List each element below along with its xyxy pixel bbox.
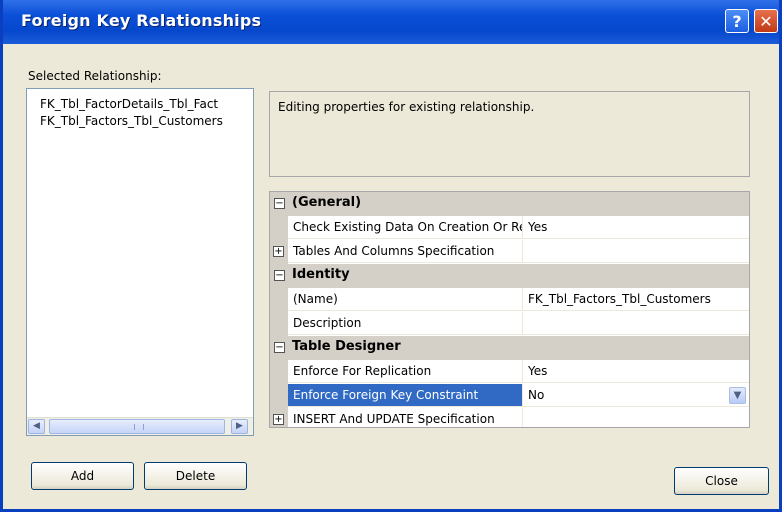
row-gutter <box>270 384 288 408</box>
row-gutter <box>270 216 288 240</box>
row-gutter <box>270 360 288 384</box>
scroll-thumb[interactable] <box>49 419 225 434</box>
property-name: Description <box>288 312 523 335</box>
expand-icon[interactable]: + <box>273 414 284 425</box>
property-row[interactable]: Enforce For Replication Yes <box>270 360 749 384</box>
property-value[interactable] <box>523 312 749 335</box>
property-name: Enforce Foreign Key Constraint <box>288 384 523 407</box>
property-value[interactable]: FK_Tbl_Factors_Tbl_Customers <box>523 288 749 311</box>
property-row[interactable]: + Tables And Columns Specification <box>270 240 749 264</box>
property-grid[interactable]: − (General) Check Existing Data On Creat… <box>269 191 750 428</box>
category-label: (General) <box>292 195 362 210</box>
property-row[interactable]: Check Existing Data On Creation Or Re-En… <box>270 216 749 240</box>
row-gutter <box>270 312 288 336</box>
row-gutter: + <box>270 408 288 427</box>
property-name: Tables And Columns Specification <box>288 240 523 263</box>
property-value[interactable]: Yes <box>523 360 749 383</box>
selected-relationship-label: Selected Relationship: <box>28 69 162 83</box>
list-item[interactable]: FK_Tbl_FactorDetails_Tbl_Fact <box>40 97 218 111</box>
chevron-down-icon[interactable]: ▼ <box>729 387 746 404</box>
category-identity[interactable]: − Identity <box>270 264 749 288</box>
description-text: Editing properties for existing relation… <box>278 100 535 114</box>
list-item[interactable]: FK_Tbl_Factors_Tbl_Customers <box>40 114 223 128</box>
property-name: INSERT And UPDATE Specification <box>288 408 523 427</box>
property-name: Enforce For Replication <box>288 360 523 383</box>
category-table-designer[interactable]: − Table Designer <box>270 336 749 360</box>
property-value[interactable] <box>523 408 749 427</box>
category-label: Table Designer <box>292 339 401 354</box>
grip-icon <box>134 424 144 430</box>
category-general[interactable]: − (General) <box>270 192 749 216</box>
property-name: Check Existing Data On Creation Or Re-En… <box>288 216 523 239</box>
category-label: Identity <box>292 267 350 282</box>
property-row[interactable]: (Name) FK_Tbl_Factors_Tbl_Customers <box>270 288 749 312</box>
close-button[interactable]: Close <box>674 467 769 495</box>
foreign-key-relationships-dialog: Foreign Key Relationships ? ✕ Selected R… <box>0 0 782 512</box>
window-close-button[interactable]: ✕ <box>754 9 778 33</box>
property-row-selected[interactable]: Enforce Foreign Key Constraint No ▼ <box>270 384 749 408</box>
window-title: Foreign Key Relationships <box>21 11 262 30</box>
property-value[interactable] <box>523 240 749 263</box>
scroll-left-button[interactable]: ◀ <box>28 419 45 434</box>
description-box: Editing properties for existing relation… <box>269 91 750 177</box>
property-row[interactable]: + INSERT And UPDATE Specification <box>270 408 749 427</box>
enforce-fk-select[interactable]: No ▼ <box>523 384 749 407</box>
property-value[interactable]: Yes <box>523 216 749 239</box>
row-gutter: + <box>270 240 288 264</box>
delete-button[interactable]: Delete <box>144 462 247 490</box>
select-value: No <box>528 388 545 402</box>
collapse-icon[interactable]: − <box>274 270 285 281</box>
property-row[interactable]: Description <box>270 312 749 336</box>
horizontal-scrollbar[interactable]: ◀ ▶ <box>27 417 253 435</box>
collapse-icon[interactable]: − <box>274 342 285 353</box>
property-name: (Name) <box>288 288 523 311</box>
scroll-right-button[interactable]: ▶ <box>231 419 248 434</box>
relationship-list[interactable]: FK_Tbl_FactorDetails_Tbl_Fact FK_Tbl_Fac… <box>26 88 254 436</box>
add-button[interactable]: Add <box>31 462 134 490</box>
help-button[interactable]: ? <box>725 9 749 33</box>
title-bar[interactable]: Foreign Key Relationships ? ✕ <box>3 0 779 44</box>
expand-icon[interactable]: + <box>273 246 284 257</box>
collapse-icon[interactable]: − <box>274 198 285 209</box>
row-gutter <box>270 288 288 312</box>
